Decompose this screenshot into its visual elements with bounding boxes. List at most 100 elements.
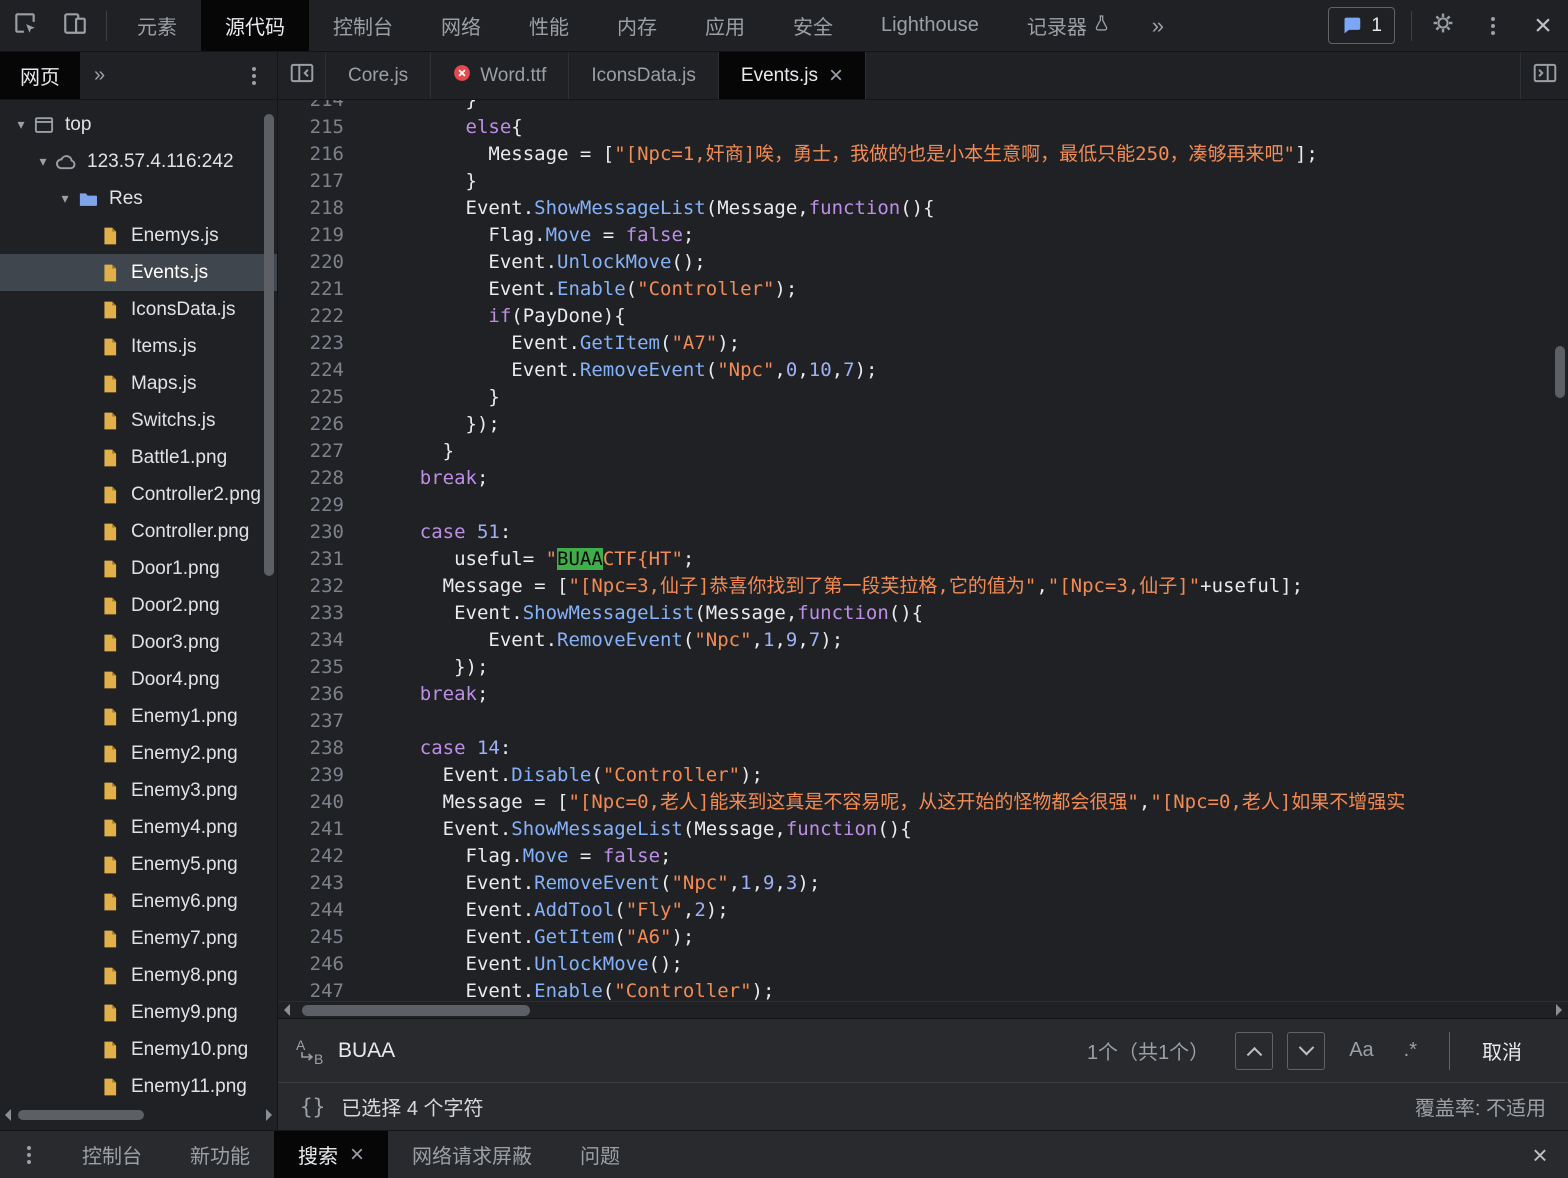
line-number[interactable]: 221 [278, 276, 364, 303]
line-number[interactable]: 228 [278, 465, 364, 492]
tab-security[interactable]: 安全 [769, 0, 857, 51]
code-text[interactable]: }); [364, 654, 1552, 681]
previous-match-button[interactable] [1235, 1032, 1273, 1070]
close-tab-button[interactable]: × [829, 64, 843, 88]
more-navigator-tabs-button[interactable]: » [80, 52, 119, 99]
editor-tab-core-js[interactable]: Core.js [326, 52, 431, 99]
tree-item-enemy8-png[interactable]: Enemy8.png [0, 957, 277, 994]
editor-tab-iconsdata-js[interactable]: IconsData.js [569, 52, 719, 99]
drawer-tab-console[interactable]: 控制台 [58, 1131, 166, 1178]
code-text[interactable]: } [364, 438, 1552, 465]
tree-item-enemy7-png[interactable]: Enemy7.png [0, 920, 277, 957]
scroll-left-arrow[interactable] [5, 1109, 11, 1121]
line-number[interactable]: 234 [278, 627, 364, 654]
code-text[interactable]: useful= "BUAACTF{HT"; [364, 546, 1552, 573]
toggle-debugger-sidebar-button[interactable] [1520, 52, 1568, 99]
device-toolbar-button[interactable] [50, 0, 100, 51]
code-text[interactable]: Flag.Move = false; [364, 843, 1552, 870]
line-number[interactable]: 214 [278, 100, 364, 114]
code-text[interactable]: Flag.Move = false; [364, 222, 1552, 249]
line-number[interactable]: 222 [278, 303, 364, 330]
line-number[interactable]: 230 [278, 519, 364, 546]
close-devtools-button[interactable]: × [1518, 0, 1568, 51]
code-text[interactable]: Event.ShowMessageList(Message,function()… [364, 600, 1552, 627]
line-number[interactable]: 245 [278, 924, 364, 951]
line-number[interactable]: 233 [278, 600, 364, 627]
code-text[interactable]: Event.Enable("Controller"); [364, 276, 1552, 303]
editor-horizontal-scrollbar-thumb[interactable] [302, 1005, 530, 1016]
code-text[interactable]: break; [364, 681, 1552, 708]
line-number[interactable]: 223 [278, 330, 364, 357]
tab-memory[interactable]: 内存 [593, 0, 681, 51]
tree-item-enemy3-png[interactable]: Enemy3.png [0, 772, 277, 809]
tree-item-door3-png[interactable]: Door3.png [0, 624, 277, 661]
search-input[interactable] [338, 1039, 1077, 1063]
tree-item-maps-js[interactable]: Maps.js [0, 365, 277, 402]
tree-item-enemy1-png[interactable]: Enemy1.png [0, 698, 277, 735]
tree-item-door4-png[interactable]: Door4.png [0, 661, 277, 698]
line-number[interactable]: 229 [278, 492, 364, 519]
scroll-right-arrow[interactable] [266, 1109, 272, 1121]
code-text[interactable]: Event.ShowMessageList(Message,function()… [364, 195, 1552, 222]
tree-item-top[interactable]: ▾top [0, 106, 277, 143]
code-text[interactable]: Event.ShowMessageList(Message,function()… [364, 816, 1552, 843]
editor-vertical-scrollbar-thumb[interactable] [1555, 346, 1565, 398]
code-text[interactable]: } [364, 384, 1552, 411]
tree-item-enemy4-png[interactable]: Enemy4.png [0, 809, 277, 846]
line-number[interactable]: 244 [278, 897, 364, 924]
pretty-print-button[interactable]: {} [300, 1095, 325, 1119]
code-text[interactable]: }); [364, 411, 1552, 438]
tab-application[interactable]: 应用 [681, 0, 769, 51]
line-number[interactable]: 220 [278, 249, 364, 276]
code-text[interactable]: Event.RemoveEvent("Npc",0,10,7); [364, 357, 1552, 384]
drawer-menu-button[interactable] [0, 1131, 58, 1178]
tree-item-battle1-png[interactable]: Battle1.png [0, 439, 277, 476]
code-text[interactable]: else{ [364, 114, 1552, 141]
line-number[interactable]: 236 [278, 681, 364, 708]
tab-elements[interactable]: 元素 [113, 0, 201, 51]
tab-recorder[interactable]: 记录器 [1003, 0, 1133, 51]
tree-item-enemy5-png[interactable]: Enemy5.png [0, 846, 277, 883]
line-number[interactable]: 239 [278, 762, 364, 789]
line-number[interactable]: 224 [278, 357, 364, 384]
tree-item-events-js[interactable]: Events.js [0, 254, 277, 291]
line-number[interactable]: 225 [278, 384, 364, 411]
tab-page[interactable]: 网页 [0, 52, 80, 99]
toggle-navigator-button[interactable] [278, 52, 326, 99]
more-panels-button[interactable]: » [1133, 0, 1183, 51]
line-number[interactable]: 219 [278, 222, 364, 249]
main-menu-button[interactable] [1468, 0, 1518, 51]
tree-item-enemy11-png[interactable]: Enemy11.png [0, 1068, 277, 1105]
tab-sources[interactable]: 源代码 [201, 0, 309, 51]
tree-item-enemy6-png[interactable]: Enemy6.png [0, 883, 277, 920]
match-case-button[interactable]: Aa [1339, 1039, 1383, 1062]
regex-button[interactable]: .* [1394, 1039, 1427, 1062]
editor-tab-word-ttf[interactable]: Word.ttf [431, 52, 569, 99]
code-text[interactable]: case 14: [364, 735, 1552, 762]
tree-item-enemy2-png[interactable]: Enemy2.png [0, 735, 277, 772]
tree-item-door1-png[interactable]: Door1.png [0, 550, 277, 587]
code-text[interactable]: Event.RemoveEvent("Npc",1,9,7); [364, 627, 1552, 654]
line-number[interactable]: 237 [278, 708, 364, 735]
code-text[interactable] [364, 492, 1552, 519]
code-text[interactable]: Message = ["[Npc=3,仙子]恭喜你找到了第一段芙拉格,它的值为"… [364, 573, 1552, 600]
tree-item-123-57-4-116-242[interactable]: ▾123.57.4.116:242 [0, 143, 277, 180]
editor-tab-events-js[interactable]: Events.js× [719, 52, 866, 99]
code-text[interactable]: case 51: [364, 519, 1552, 546]
line-number[interactable]: 232 [278, 573, 364, 600]
line-number[interactable]: 246 [278, 951, 364, 978]
line-number[interactable]: 243 [278, 870, 364, 897]
drawer-tab-whats-new[interactable]: 新功能 [166, 1131, 274, 1178]
expander-arrow-icon[interactable]: ▾ [10, 116, 32, 133]
tab-network[interactable]: 网络 [417, 0, 505, 51]
settings-button[interactable] [1418, 0, 1468, 51]
code-text[interactable]: Event.Enable("Controller"); [364, 978, 1552, 1001]
sidebar-horizontal-scrollbar-thumb[interactable] [18, 1110, 144, 1120]
cancel-button[interactable]: 取消 [1449, 1032, 1554, 1070]
code-text[interactable]: Event.GetItem("A6"); [364, 924, 1552, 951]
inspect-element-button[interactable] [0, 0, 50, 51]
code-text[interactable]: Event.AddTool("Fly",2); [364, 897, 1552, 924]
tree-item-controller-png[interactable]: Controller.png [0, 513, 277, 550]
expander-arrow-icon[interactable]: ▾ [54, 190, 76, 207]
tree-item-door2-png[interactable]: Door2.png [0, 587, 277, 624]
